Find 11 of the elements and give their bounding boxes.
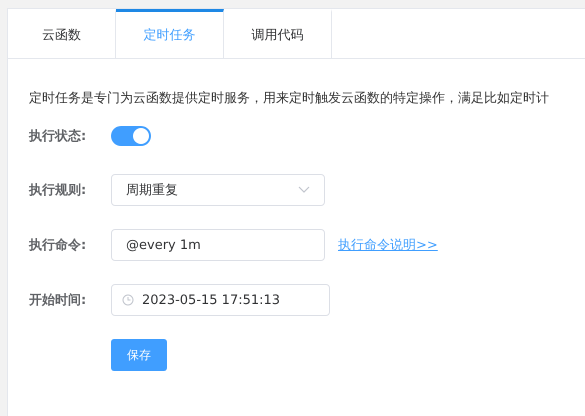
datetime-field[interactable]: 2023-05-15 17:51:13: [111, 284, 330, 316]
field-label: 开始时间:: [29, 292, 88, 309]
input-field[interactable]: @every 1m: [111, 229, 325, 261]
field-label: 执行状态:: [29, 128, 88, 145]
clock-icon: [122, 294, 134, 306]
toggle-switch[interactable]: [111, 126, 151, 146]
select-field[interactable]: 周期重复: [111, 174, 325, 206]
chevron-down-icon: [298, 186, 310, 194]
field-label: 执行命令:: [29, 237, 88, 254]
field-label: 执行规则:: [29, 182, 88, 199]
description-text: 定时任务是专门为云函数提供定时服务，用来定时触发云函数的特定操作，满足比如定时计: [29, 90, 550, 107]
